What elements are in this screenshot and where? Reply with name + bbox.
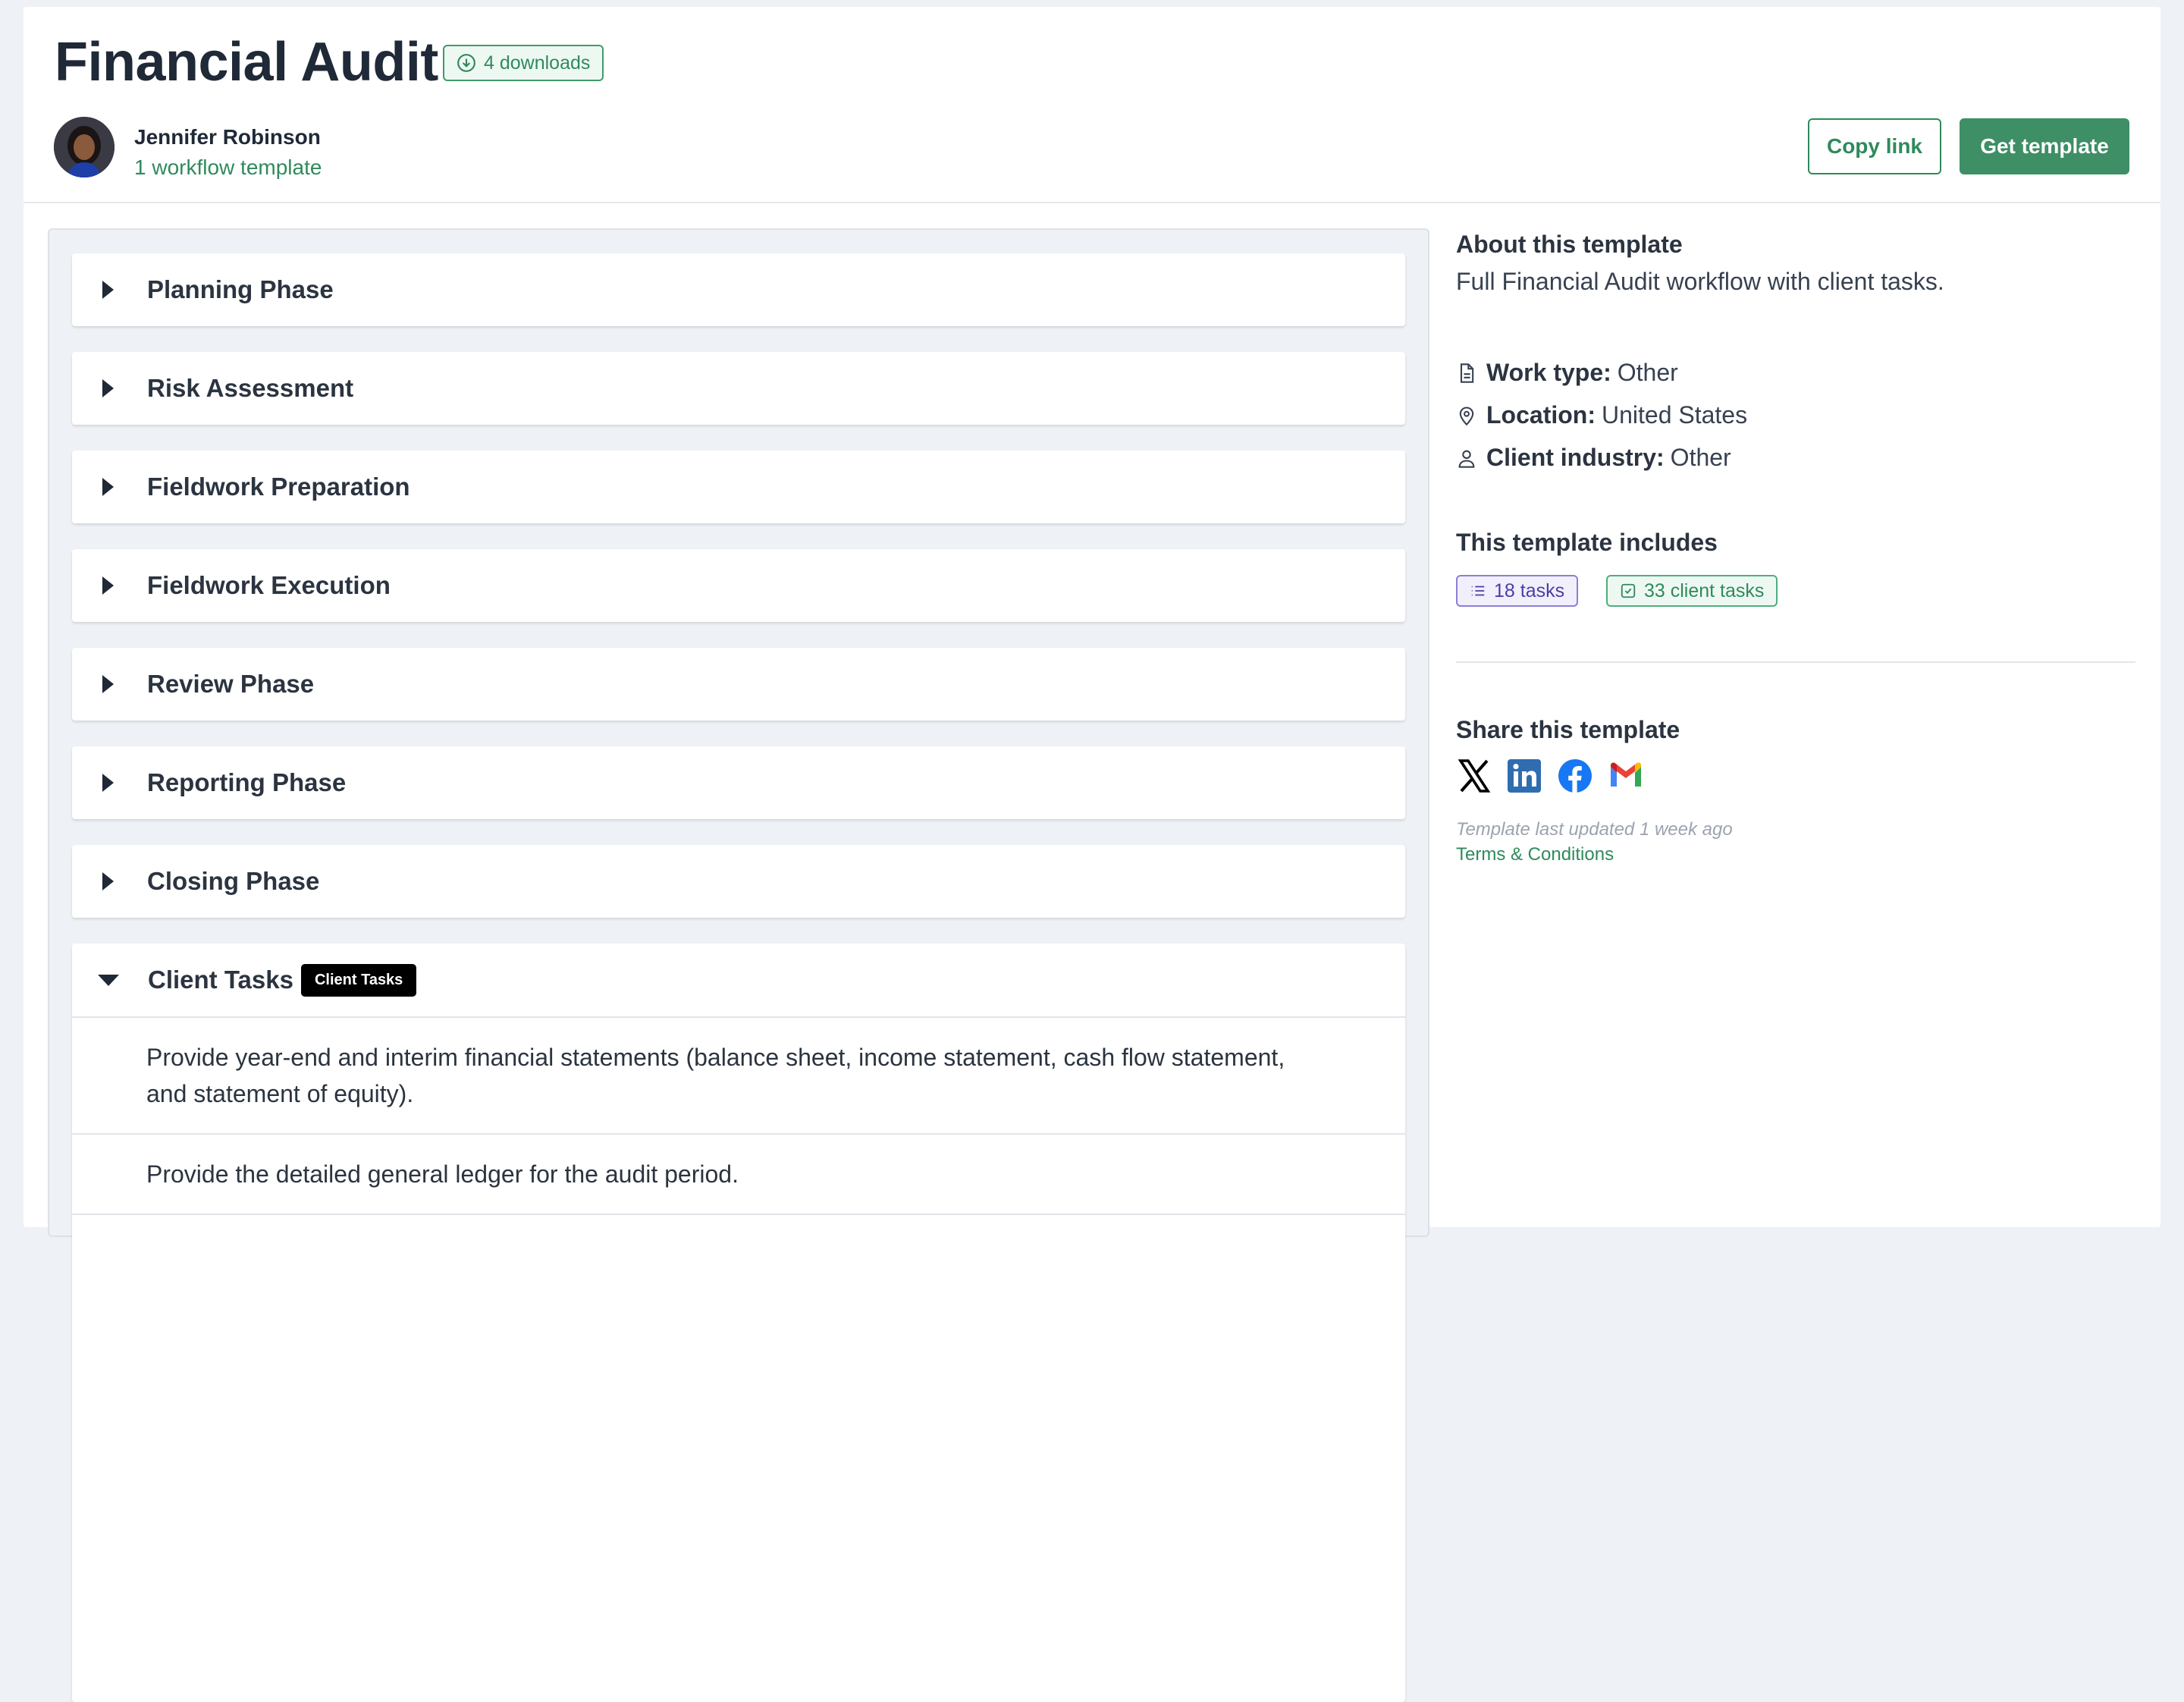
section-header[interactable]: Review Phase bbox=[72, 648, 1405, 721]
last-updated-text: Template last updated 1 week ago bbox=[1456, 819, 1733, 840]
facebook-icon[interactable] bbox=[1557, 758, 1593, 794]
about-description: Full Financial Audit workflow with clien… bbox=[1456, 268, 1944, 295]
client-tasks-count: 33 client tasks bbox=[1644, 579, 1765, 601]
get-template-button[interactable]: Get template bbox=[1960, 118, 2129, 174]
section-label: Fieldwork Execution bbox=[147, 571, 391, 599]
work-type-row: Work type: Other bbox=[1456, 359, 1678, 387]
tasks-count-badge: 18 tasks bbox=[1456, 575, 1579, 607]
page-title: Financial Audit bbox=[55, 32, 438, 93]
section-reporting-phase[interactable]: Reporting Phase bbox=[72, 746, 1405, 819]
share-title: Share this template bbox=[1456, 716, 1680, 743]
work-type-label: Work type: bbox=[1486, 359, 1611, 386]
page: Financial Audit 4 downloads Jennifer Rob… bbox=[24, 7, 2160, 1702]
section-fieldwork-execution[interactable]: Fieldwork Execution bbox=[72, 549, 1405, 622]
linkedin-icon[interactable] bbox=[1506, 758, 1542, 794]
list-icon bbox=[1471, 586, 1485, 596]
author-templates-link[interactable]: 1 workflow template bbox=[134, 155, 322, 180]
caret-right-icon bbox=[102, 872, 114, 890]
downloads-badge: 4 downloads bbox=[443, 45, 604, 81]
gmail-icon[interactable] bbox=[1608, 758, 1644, 794]
tasks-count: 18 tasks bbox=[1494, 579, 1565, 601]
user-icon bbox=[1458, 450, 1475, 468]
location-value: United States bbox=[1601, 401, 1748, 429]
copy-link-button[interactable]: Copy link bbox=[1808, 118, 1941, 174]
section-closing-phase[interactable]: Closing Phase bbox=[72, 845, 1405, 918]
author-name: Jennifer Robinson bbox=[134, 125, 321, 149]
section-header[interactable]: Fieldwork Preparation bbox=[72, 451, 1405, 523]
sidebar-divider bbox=[1456, 661, 2135, 663]
header-divider bbox=[24, 202, 2160, 203]
caret-right-icon bbox=[102, 379, 114, 397]
avatar[interactable] bbox=[54, 117, 115, 177]
section-header[interactable]: Client Tasks Client Tasks bbox=[72, 944, 1405, 1016]
caret-right-icon bbox=[102, 478, 114, 496]
section-label: Planning Phase bbox=[147, 275, 334, 303]
section-fieldwork-preparation[interactable]: Fieldwork Preparation bbox=[72, 451, 1405, 523]
checkbox-icon bbox=[1621, 583, 1636, 598]
caret-right-icon bbox=[102, 281, 114, 299]
section-header[interactable]: Risk Assessment bbox=[72, 352, 1405, 425]
client-industry-row: Client industry: Other bbox=[1456, 444, 1731, 472]
location-row: Location: United States bbox=[1456, 401, 1747, 429]
includes-title: This template includes bbox=[1456, 529, 1718, 556]
client-tasks-count-badge: 33 client tasks bbox=[1606, 575, 1778, 607]
document-icon bbox=[1460, 363, 1474, 383]
client-industry-label: Client industry: bbox=[1486, 444, 1665, 471]
section-label: Review Phase bbox=[147, 670, 315, 698]
section-header[interactable]: Reporting Phase bbox=[72, 746, 1405, 819]
section-label: Client Tasks bbox=[148, 966, 293, 994]
caret-down-icon bbox=[98, 974, 119, 986]
client-task-item[interactable]: Provide the detailed general ledger for … bbox=[72, 1133, 1405, 1214]
work-type-value: Other bbox=[1617, 359, 1678, 386]
author-avatar-icon bbox=[54, 117, 115, 177]
location-label: Location: bbox=[1486, 401, 1596, 429]
section-review-phase[interactable]: Review Phase bbox=[72, 648, 1405, 721]
caret-right-icon bbox=[102, 675, 114, 693]
client-tasks-tag: Client Tasks bbox=[300, 963, 417, 997]
section-label: Risk Assessment bbox=[147, 374, 354, 402]
downloads-count: 4 downloads bbox=[484, 52, 591, 74]
section-planning-phase[interactable]: Planning Phase bbox=[72, 253, 1405, 326]
section-label: Reporting Phase bbox=[147, 768, 347, 796]
client-task-item[interactable] bbox=[72, 1214, 1405, 1288]
section-label: Fieldwork Preparation bbox=[147, 473, 410, 501]
download-icon bbox=[457, 54, 475, 72]
x-icon[interactable] bbox=[1456, 758, 1492, 794]
section-risk-assessment[interactable]: Risk Assessment bbox=[72, 352, 1405, 425]
section-header[interactable]: Planning Phase bbox=[72, 253, 1405, 326]
section-label: Closing Phase bbox=[147, 867, 320, 895]
section-client-tasks[interactable]: Client Tasks Client Tasks Provide year-e… bbox=[72, 944, 1405, 1702]
client-industry-value: Other bbox=[1670, 444, 1731, 471]
caret-right-icon bbox=[102, 774, 114, 792]
client-task-item[interactable]: Provide year-end and interim financial s… bbox=[72, 1016, 1405, 1133]
terms-link[interactable]: Terms & Conditions bbox=[1456, 844, 1614, 865]
section-header[interactable]: Closing Phase bbox=[72, 845, 1405, 918]
caret-right-icon bbox=[102, 576, 114, 595]
about-title: About this template bbox=[1456, 231, 1683, 258]
section-header[interactable]: Fieldwork Execution bbox=[72, 549, 1405, 622]
map-pin-icon bbox=[1459, 407, 1474, 426]
